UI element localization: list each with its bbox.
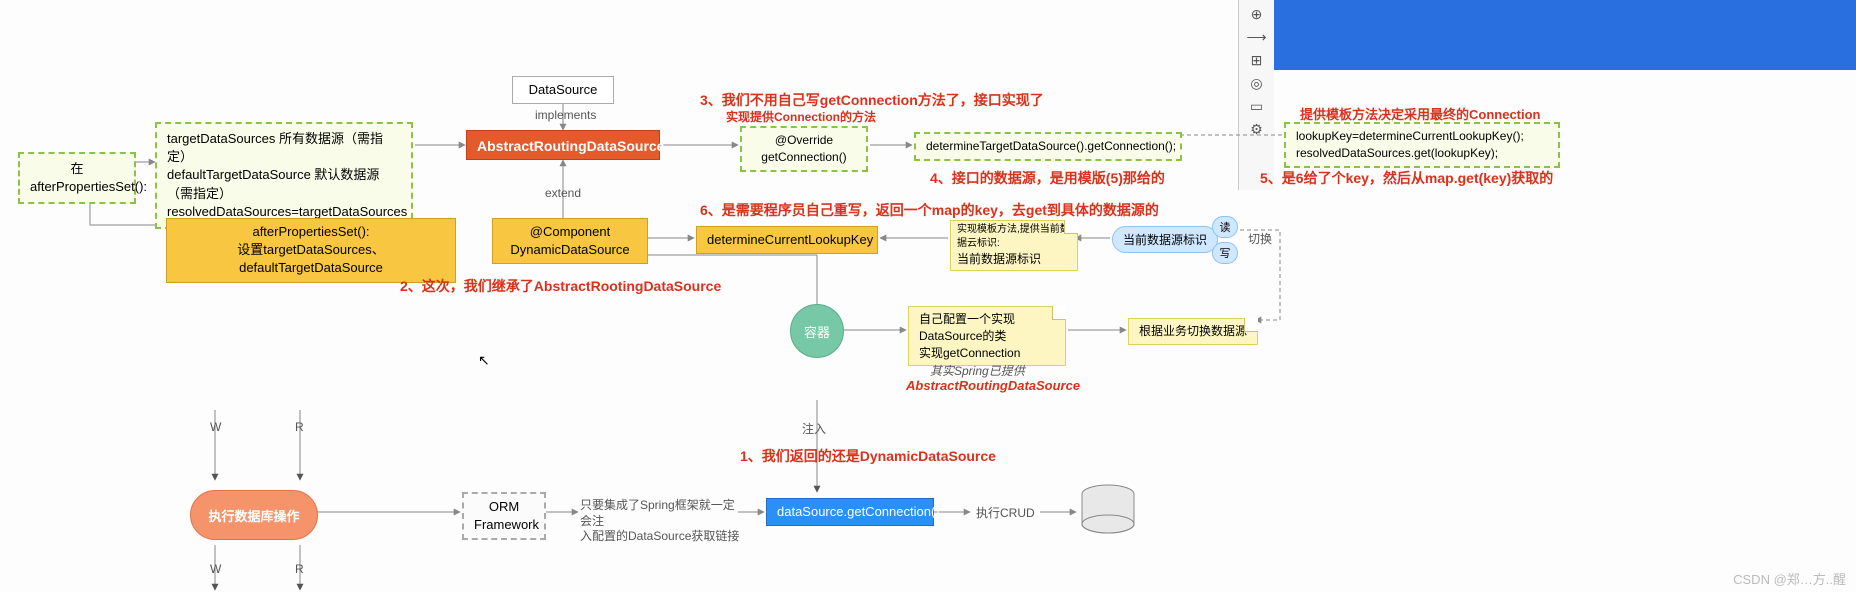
node-props: targetDataSources 所有数据源（需指定） defaultTarg… bbox=[155, 122, 413, 229]
node-afterprops-label: 在afterPropertiesSet(): bbox=[18, 152, 136, 204]
text: DynamicDataSource bbox=[503, 241, 637, 259]
label-exec-crud: 执行CRUD bbox=[976, 504, 1035, 521]
edge-label-extend: extend bbox=[545, 186, 581, 200]
note-spring-l2: AbstractRoutingDataSource bbox=[906, 378, 1080, 393]
red-note-1: 1、我们返回的还是DynamicDataSource bbox=[740, 446, 996, 466]
red-note-3b: 实现提供Connection的方法 bbox=[726, 108, 876, 125]
mouse-cursor-icon: ↖ bbox=[478, 352, 490, 369]
note-spring-l1: 其实Spring已提供 bbox=[930, 362, 1025, 379]
red-note-4: 4、接口的数据源，是用模版(5)那给的 bbox=[930, 168, 1165, 188]
label-r2: R bbox=[295, 562, 304, 576]
right-note-title: 提供模板方法决定采用最终的Connection bbox=[1300, 104, 1541, 123]
text: 在afterPropertiesSet(): bbox=[30, 161, 147, 194]
node-lookup-note: 实现模板方法,提供当前数据云标识: 当前数据源标识 bbox=[950, 220, 1078, 271]
node-self-config: 自己配置一个实现 DataSource的类 实现getConnection bbox=[908, 306, 1066, 366]
canvas-toolbar: ⊕ ⟶ ⊞ ◎ ▭ ⚙ bbox=[1238, 0, 1274, 190]
text: targetDataSources 所有数据源（需指定） bbox=[167, 130, 401, 166]
text: resolvedDataSources.get(lookupKey); bbox=[1296, 145, 1548, 162]
tool-icon[interactable]: ⚙ bbox=[1250, 121, 1263, 138]
text: @Override bbox=[752, 132, 856, 149]
label-w2: W bbox=[210, 562, 221, 576]
tool-icon[interactable]: ⊞ bbox=[1251, 52, 1263, 69]
text: 当前数据源标识 bbox=[957, 251, 1071, 268]
tool-icon[interactable]: ◎ bbox=[1250, 75, 1262, 92]
text: 自己配置一个实现 bbox=[919, 311, 1055, 328]
text: 实现模板方法,提供当前数据云标识: bbox=[957, 223, 1071, 251]
text: AbstractRoutingDataSource bbox=[477, 138, 664, 154]
text: 实现getConnection bbox=[919, 345, 1055, 362]
text: Framework bbox=[474, 516, 534, 534]
red-note-6: 6、是需要程序员自己重写，返回一个map的key，去get到具体的数据源的 bbox=[700, 200, 1159, 220]
edge-label-implements: implements bbox=[535, 108, 596, 122]
db-icon bbox=[1078, 484, 1138, 539]
tool-icon[interactable]: ▭ bbox=[1250, 98, 1263, 115]
label-switch: 切换 bbox=[1248, 230, 1272, 247]
label: DataSource bbox=[529, 82, 598, 97]
note-orm: 只要集成了Spring框架就一定会注 入配置的DataSource获取链接 bbox=[580, 498, 740, 545]
node-lookupkey: determineCurrentLookupKey bbox=[696, 226, 878, 254]
text: defaultTargetDataSource 默认数据源（需指定） bbox=[167, 166, 401, 202]
label-w: W bbox=[210, 420, 221, 434]
badge-read: 读 bbox=[1212, 216, 1238, 238]
text: dataSource.getConnection(); bbox=[777, 504, 943, 519]
text: afterPropertiesSet(): bbox=[177, 223, 445, 241]
red-note-5: 5、是6给了个key，然后从map.get(key)获取的 bbox=[1260, 168, 1553, 188]
label-inject: 注入 bbox=[802, 420, 826, 437]
text: 当前数据源标识 bbox=[1123, 233, 1207, 247]
text: ORM bbox=[474, 498, 534, 516]
node-right-note: lookupKey=determineCurrentLookupKey(); r… bbox=[1284, 122, 1560, 168]
side-panel bbox=[1274, 0, 1856, 70]
red-note-2: 2、这次，我们继承了AbstractRootingDataSource bbox=[400, 276, 721, 296]
text: lookupKey=determineCurrentLookupKey(); bbox=[1296, 128, 1548, 145]
node-override: @Override getConnection() bbox=[740, 126, 868, 172]
node-component: @Component DynamicDataSource bbox=[492, 218, 648, 264]
red-note-3a: 3、我们不用自己写getConnection方法了，接口实现了 bbox=[700, 90, 1044, 110]
text: getConnection() bbox=[752, 149, 856, 166]
text: 根据业务切换数据源 bbox=[1139, 324, 1247, 338]
node-container: 容器 bbox=[790, 304, 844, 358]
node-abstractrouting: AbstractRoutingDataSource bbox=[466, 130, 660, 160]
node-yellow-afterprops: afterPropertiesSet(): 设置targetDataSource… bbox=[166, 218, 456, 283]
text: 执行数据库操作 bbox=[208, 506, 299, 525]
text: 设置targetDataSources、defaultTargetDataSou… bbox=[177, 241, 445, 277]
node-datasource: DataSource bbox=[512, 76, 614, 104]
label-r: R bbox=[295, 420, 304, 434]
node-switch-ds: 根据业务切换数据源 bbox=[1128, 318, 1258, 345]
node-orm: ORM Framework bbox=[462, 492, 546, 540]
badge-current-ds: 当前数据源标识 bbox=[1112, 226, 1218, 253]
tool-icon[interactable]: ⟶ bbox=[1246, 29, 1266, 46]
text: @Component bbox=[503, 223, 637, 241]
text: 容器 bbox=[804, 322, 830, 341]
node-getconnection: dataSource.getConnection(); bbox=[766, 498, 934, 526]
badge-write: 写 bbox=[1212, 242, 1238, 264]
text: determineTargetDataSource().getConnectio… bbox=[926, 139, 1176, 153]
node-determine-conn: determineTargetDataSource().getConnectio… bbox=[914, 132, 1182, 161]
watermark: CSDN @郑…方..醒 bbox=[1733, 569, 1846, 588]
text: determineCurrentLookupKey bbox=[707, 232, 873, 247]
node-exec-db: 执行数据库操作 bbox=[190, 490, 318, 540]
text: DataSource的类 bbox=[919, 328, 1055, 345]
tool-icon[interactable]: ⊕ bbox=[1251, 6, 1263, 23]
